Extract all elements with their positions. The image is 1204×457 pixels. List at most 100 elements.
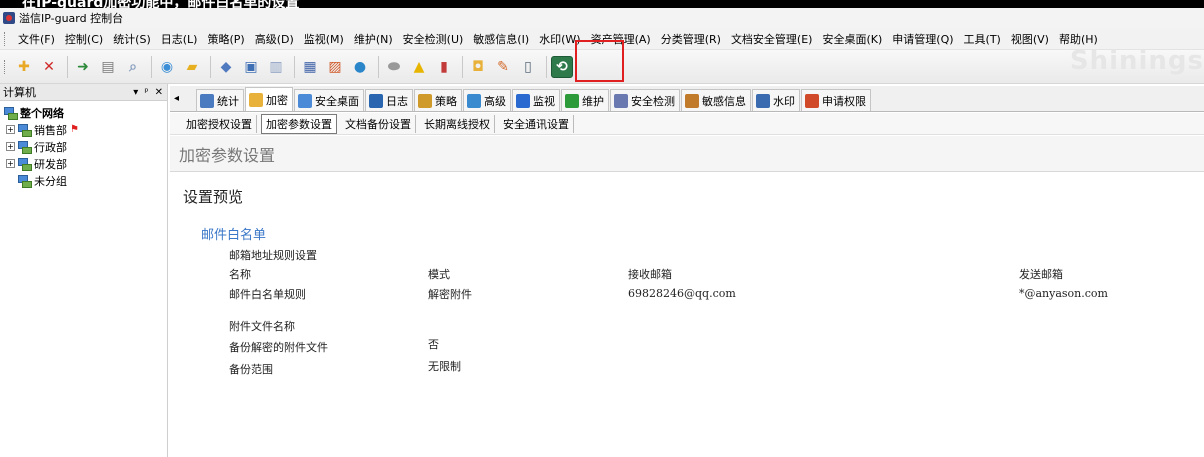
tree-node[interactable]: 整个网络 (0, 104, 167, 121)
print-icon[interactable]: ▤ (97, 56, 119, 78)
menu-item[interactable]: 文档安全管理(E) (726, 31, 818, 47)
tab-label: 敏感信息 (702, 94, 746, 108)
subtab-0[interactable]: 加密授权设置 (182, 114, 257, 133)
col-name-header: 名称 (229, 268, 251, 281)
tree-node[interactable]: + 研发部 (0, 155, 167, 172)
import-icon[interactable]: ➜ (72, 56, 94, 78)
window-title: 溢信IP-guard 控制台 (19, 12, 124, 25)
tab-label: 日志 (386, 94, 408, 108)
title-bar: 溢信IP-guard 控制台 (0, 8, 1204, 28)
menu-item[interactable]: 工具(T) (959, 31, 1006, 47)
tree-node-label: 销售部 (34, 123, 67, 137)
monitor-icon[interactable]: ▣ (240, 56, 262, 78)
tree-node[interactable]: 未分组 (0, 172, 167, 189)
print-preview-icon[interactable]: ⌕ (122, 56, 144, 78)
subtab-2[interactable]: 文档备份设置 (341, 114, 416, 133)
toolbar-separator (67, 55, 68, 78)
menu-item[interactable]: 维护(N) (349, 31, 398, 47)
tab-label: 水印 (773, 94, 795, 108)
tab-6[interactable]: 监视 (512, 89, 560, 111)
lock-icon[interactable]: ◘ (467, 56, 489, 78)
tab-label: 加密 (266, 93, 288, 107)
tab-3[interactable]: 日志 (365, 89, 413, 111)
tree-node[interactable]: + 销售部 ⚑ (0, 121, 167, 138)
panel-dropdown-icon[interactable]: ▾ (133, 87, 138, 98)
disk-icon[interactable]: ⬬ (383, 56, 405, 78)
tab-8[interactable]: 安全检测 (610, 89, 680, 111)
settings-preview: 设置预览 邮件白名单 邮箱地址规则设置 名称 模式 接收邮箱 发送邮箱 邮件白名… (170, 172, 1204, 457)
tab-icon (756, 93, 770, 108)
folder-icon[interactable]: ▰ (181, 56, 203, 78)
cube-icon[interactable]: ◆ (215, 56, 237, 78)
menu-item[interactable]: 统计(S) (108, 31, 156, 47)
book-icon[interactable]: ▮ (433, 56, 455, 78)
menu-item[interactable]: 日志(L) (156, 31, 203, 47)
tree-node-label: 未分组 (34, 174, 67, 188)
email-whitelist-title[interactable]: 邮件白名单 (201, 224, 266, 243)
menu-item[interactable]: 敏感信息(I) (468, 31, 534, 47)
tab-11[interactable]: 申请权限 (801, 89, 871, 111)
toolbar-separator (462, 55, 463, 78)
earth-icon[interactable]: ● (349, 56, 371, 78)
page-title: 加密参数设置 (170, 136, 1204, 172)
menu-item[interactable]: 控制(C) (60, 31, 108, 47)
rule-mode: 解密附件 (428, 288, 472, 301)
col-send-header: 发送邮箱 (1019, 268, 1063, 281)
subtab-4[interactable]: 安全通讯设置 (499, 114, 574, 133)
menu-item[interactable]: 监视(M) (299, 31, 349, 47)
tab-4[interactable]: 策略 (414, 89, 462, 111)
menu-item[interactable]: 文件(F) (13, 31, 60, 47)
delete-icon[interactable]: ✕ (38, 56, 60, 78)
warning-icon[interactable]: ▲ (408, 56, 430, 78)
menu-item[interactable]: 安全检测(U) (398, 31, 469, 47)
tab-7[interactable]: 维护 (561, 89, 609, 111)
tab-label: 维护 (582, 94, 604, 108)
tab-5[interactable]: 高级 (463, 89, 511, 111)
edit-icon[interactable]: ✎ (492, 56, 514, 78)
expand-icon[interactable]: + (6, 159, 15, 168)
add-icon[interactable]: ✚ (13, 56, 35, 78)
tab-icon (418, 93, 432, 108)
computer-icon[interactable]: ▦ (299, 56, 321, 78)
tree-node[interactable]: + 行政部 (0, 138, 167, 155)
panel-header: 计算机 ▾ ᵖ ✕ (0, 84, 167, 101)
toolbar-highlight-box (575, 40, 624, 82)
tree-node-label: 行政部 (34, 140, 67, 154)
tab-2[interactable]: 安全桌面 (294, 89, 364, 111)
menu-item[interactable]: 视图(V) (1006, 31, 1054, 47)
menu-item[interactable]: 申请管理(Q) (887, 31, 958, 47)
network-group-icon (17, 123, 32, 137)
menu-item[interactable]: 分类管理(R) (656, 31, 726, 47)
subtab-1[interactable]: 加密参数设置 (261, 113, 337, 134)
tab-0[interactable]: 统计 (196, 89, 244, 111)
rule-receive-email: 69828246@qq.com (628, 287, 736, 300)
expand-icon[interactable]: + (6, 125, 15, 134)
usb-icon[interactable]: ▯ (517, 56, 539, 78)
menu-item[interactable]: 策略(P) (202, 31, 249, 47)
tab-label: 统计 (217, 94, 239, 108)
menu-item[interactable]: 安全桌面(K) (817, 31, 887, 47)
tab-icon (298, 93, 312, 108)
tab-scroll-left-button[interactable]: ◂ (174, 93, 186, 104)
menu-item[interactable]: 高级(D) (250, 31, 299, 47)
tab-9[interactable]: 敏感信息 (681, 89, 751, 111)
tab-10[interactable]: 水印 (752, 89, 800, 111)
expand-icon[interactable]: + (6, 142, 15, 151)
network-globe-icon[interactable]: ◉ (156, 56, 178, 78)
tab-icon (685, 93, 699, 108)
attachment-name-label: 附件文件名称 (229, 320, 295, 333)
tab-1[interactable]: 加密 (245, 87, 293, 111)
subtab-3[interactable]: 长期离线授权 (420, 114, 495, 133)
chart-icon[interactable]: ▨ (324, 56, 346, 78)
panel-close-icon[interactable]: ✕ (155, 87, 163, 98)
document-icon[interactable]: ▥ (265, 56, 287, 78)
encrypt-settings-icon[interactable]: ⟲ (551, 55, 573, 78)
toolbar-separator (378, 55, 379, 78)
panel-pin-icon[interactable]: ᵖ (144, 87, 148, 98)
menu-item[interactable]: 帮助(H) (1054, 31, 1103, 47)
sub-tabs: 加密授权设置 加密参数设置 文档备份设置 长期离线授权 安全通讯设置 (170, 113, 1204, 135)
col-mode-header: 模式 (428, 268, 450, 281)
tab-label: 申请权限 (822, 94, 866, 108)
toolbar-separator (294, 55, 295, 78)
tab-icon (565, 93, 579, 108)
